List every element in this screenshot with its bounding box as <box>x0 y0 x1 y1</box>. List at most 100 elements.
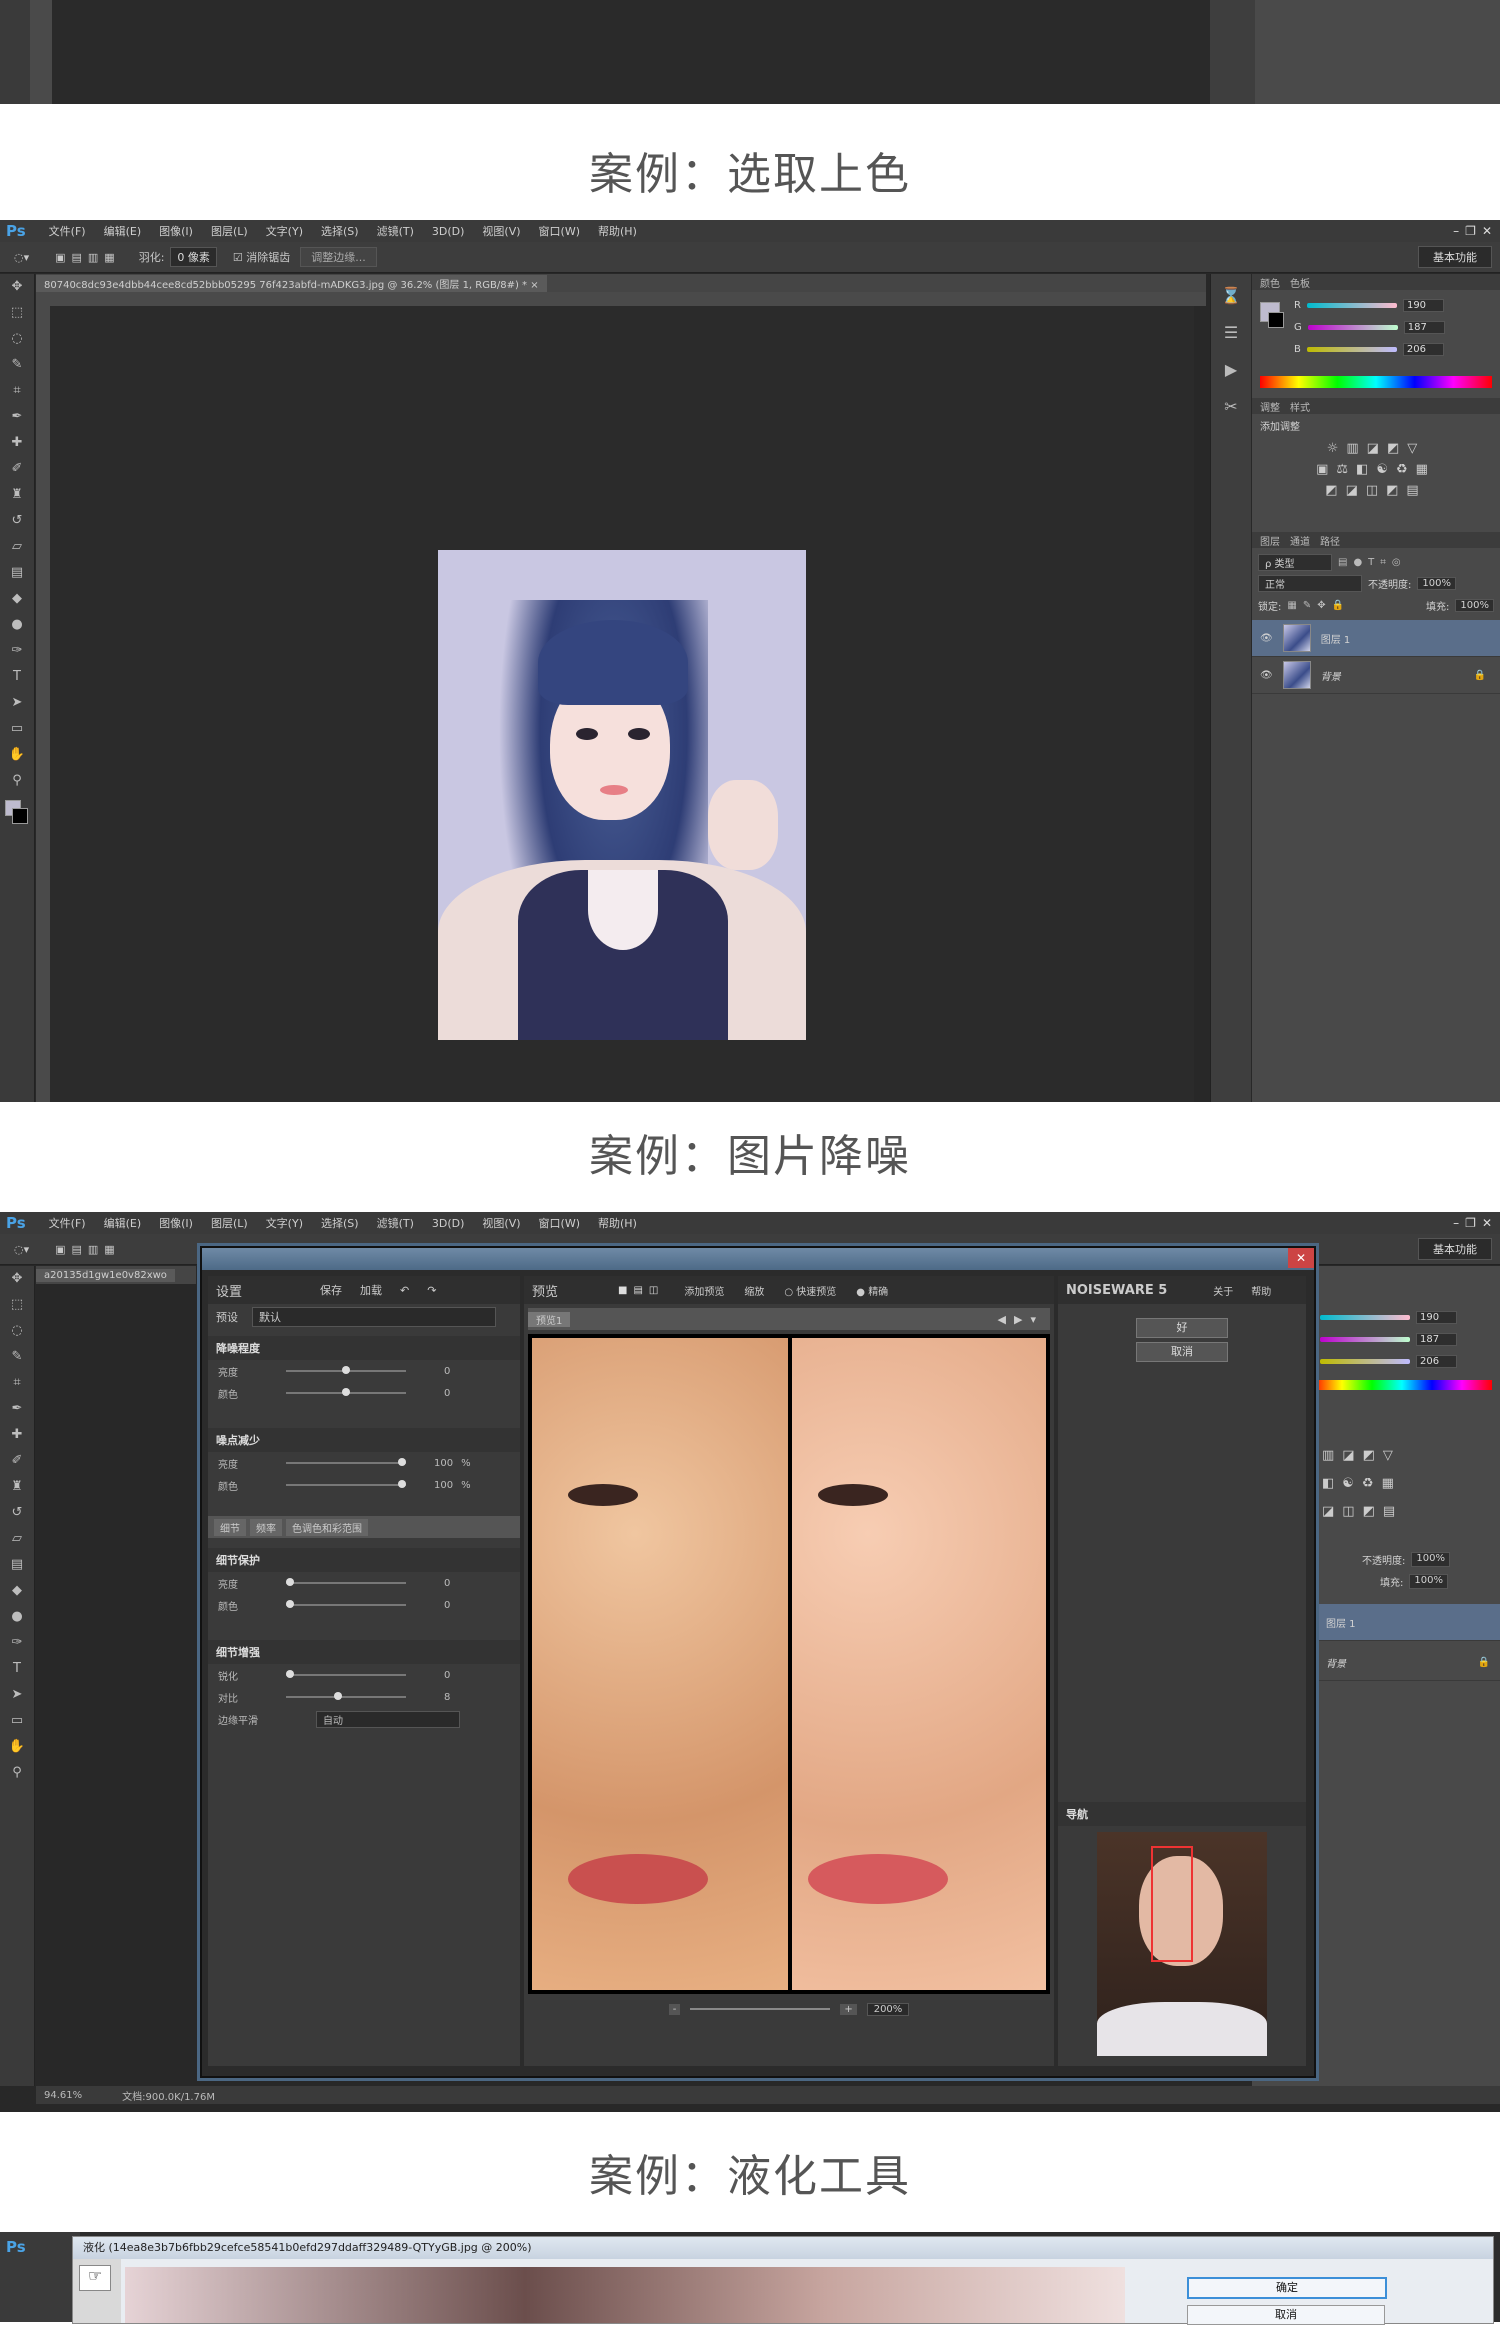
menu-type[interactable]: 文字(Y) <box>257 223 312 239</box>
fill-input[interactable]: 100% <box>1409 1574 1448 1589</box>
menu-filter[interactable]: 滤镜(T) <box>368 223 423 239</box>
tab-paths[interactable]: 路径 <box>1320 533 1340 548</box>
lasso-tool-icon[interactable]: ◌ <box>0 326 34 352</box>
tab-layers[interactable]: 图层 <box>1260 533 1280 548</box>
tab-channels[interactable]: 通道 <box>1290 533 1310 548</box>
slider-b[interactable]: 206 <box>1312 1350 1457 1372</box>
zoom-status[interactable]: 94.61% <box>44 2090 82 2101</box>
channel-value[interactable]: 187 <box>1416 1332 1457 1346</box>
menu-edit[interactable]: 编辑(E) <box>95 223 151 239</box>
zoom-in-button[interactable]: + <box>840 2003 857 2015</box>
subtab-tone-range[interactable]: 色调色和彩范围 <box>286 1518 368 1536</box>
brush-tool-icon[interactable]: ✐ <box>0 456 34 482</box>
gradient-tool-icon[interactable]: ▤ <box>0 560 34 586</box>
ok-button[interactable]: 好 <box>1136 1318 1228 1338</box>
stamp-tool-icon[interactable]: ♜ <box>0 482 34 508</box>
opacity-input[interactable]: 100% <box>1411 1552 1450 1567</box>
liquify-cancel-button[interactable]: 取消 <box>1187 2305 1385 2325</box>
healing-tool-icon[interactable]: ✚ <box>0 1422 34 1448</box>
adjust-icons-row3[interactable]: ◩◪◫◩▤ <box>1260 483 1492 498</box>
filter-icons[interactable]: ▤●T⌗◎ <box>1338 557 1407 568</box>
fast-preview-radio[interactable]: ○ 快速预览 <box>784 1283 836 1298</box>
lasso-tool-icon[interactable]: ◌ <box>0 1318 34 1344</box>
color-spectrum[interactable] <box>1260 376 1492 388</box>
type-tool-icon[interactable]: T <box>0 664 34 690</box>
selection-mode-icons[interactable]: ▣▤▥▦ <box>37 251 139 264</box>
close-button[interactable]: ✕ <box>1482 224 1492 238</box>
slider-g[interactable]: G 187 <box>1286 316 1445 338</box>
subtab-frequency[interactable]: 频率 <box>250 1518 282 1536</box>
forward-warp-icon[interactable]: ☞ <box>79 2265 111 2291</box>
marquee-tool-icon[interactable]: ⬚ <box>0 300 34 326</box>
path-select-icon[interactable]: ➤ <box>0 690 34 716</box>
cancel-button[interactable]: 取消 <box>1136 1342 1228 1362</box>
save-button[interactable]: 保存 <box>320 1282 342 1298</box>
history-icon[interactable]: ⌛ <box>1211 286 1251 305</box>
tab-swatches[interactable]: 色板 <box>1290 275 1310 290</box>
restore-button[interactable]: ❐ <box>1465 224 1476 238</box>
slider-r[interactable]: R 190 <box>1286 294 1445 316</box>
navigator-thumb[interactable] <box>1097 1832 1267 2056</box>
protect-color-row[interactable]: 颜色 0 <box>208 1594 520 1616</box>
menu-select[interactable]: 选择(S) <box>312 223 368 239</box>
zoom-out-button[interactable]: - <box>668 2003 681 2015</box>
layer-row[interactable]: 👁 背景 🔒 <box>1252 657 1500 694</box>
subtab-detail[interactable]: 细节 <box>214 1518 246 1536</box>
close-button[interactable]: ✕ <box>1482 1216 1492 1230</box>
color-swatches[interactable] <box>0 794 34 834</box>
blend-mode-select[interactable]: 正常 <box>1258 574 1362 592</box>
hand-tool-icon[interactable]: ✋ <box>0 1734 34 1760</box>
layer-row[interactable]: 图层 1 <box>1318 1604 1500 1641</box>
full-preview-radio[interactable]: ● 精确 <box>856 1283 888 1298</box>
preview-split[interactable] <box>528 1334 1050 1994</box>
add-preview-button[interactable]: 添加预览 <box>684 1283 724 1298</box>
crop-tool-icon[interactable]: ⌗ <box>0 1370 34 1396</box>
zoom-select[interactable]: 200% <box>866 2002 910 2016</box>
dodge-tool-icon[interactable]: ● <box>0 612 34 638</box>
noise-luma-row[interactable]: 亮度 0 <box>208 1360 520 1382</box>
quick-select-tool-icon[interactable]: ✎ <box>0 352 34 378</box>
refine-edge-button[interactable]: 调整边缘... <box>300 247 377 267</box>
adjust-icons-row2[interactable]: ▣⚖◧☯♻▦ <box>1260 462 1492 477</box>
view-mode-icons[interactable]: ■▤◫ <box>618 1285 664 1296</box>
lasso-icon[interactable]: ◌▾ <box>0 1243 37 1256</box>
dialog-close-button[interactable]: ✕ <box>1288 1248 1314 1268</box>
blur-tool-icon[interactable]: ◆ <box>0 1578 34 1604</box>
load-button[interactable]: 加载 <box>360 1282 382 1298</box>
menu-file[interactable]: 文件(F) <box>40 223 95 239</box>
slider-g[interactable]: 187 <box>1312 1328 1457 1350</box>
pen-tool-icon[interactable]: ✑ <box>0 638 34 664</box>
healing-tool-icon[interactable]: ✚ <box>0 430 34 456</box>
tools-preset-icon[interactable]: ✂ <box>1211 397 1251 416</box>
redo-icon[interactable]: ↷ <box>427 1284 436 1297</box>
tab-color[interactable]: 颜色 <box>1260 275 1280 290</box>
layer-row[interactable]: 背景 🔒 <box>1318 1644 1500 1681</box>
visibility-eye-icon[interactable]: 👁 <box>1260 670 1273 681</box>
path-select-icon[interactable]: ➤ <box>0 1682 34 1708</box>
actions-icon[interactable]: ▶ <box>1211 360 1251 379</box>
sharpen-row[interactable]: 锐化 0 <box>208 1664 520 1686</box>
opacity-input[interactable]: 100% <box>1417 576 1456 590</box>
channel-value[interactable]: 206 <box>1402 342 1444 356</box>
menu-image[interactable]: 图像(I) <box>150 223 202 239</box>
crop-tool-icon[interactable]: ⌗ <box>0 378 34 404</box>
eraser-tool-icon[interactable]: ▱ <box>0 1526 34 1552</box>
slider-b[interactable]: B 206 <box>1286 338 1445 360</box>
document-canvas[interactable] <box>50 306 1194 1102</box>
shape-tool-icon[interactable]: ▭ <box>0 1708 34 1734</box>
menu-layer[interactable]: 图层(L) <box>202 223 257 239</box>
move-tool-icon[interactable]: ✥ <box>0 1266 34 1292</box>
menu-3d[interactable]: 3D(D) <box>423 225 474 238</box>
contrast-row[interactable]: 对比 8 <box>208 1686 520 1708</box>
color-spectrum[interactable] <box>1312 1380 1492 1390</box>
adjust-icons[interactable]: ▥◪◩▽ ◧☯♻▦ ◪◫◩▤ <box>1322 1442 1403 1526</box>
history-brush-icon[interactable]: ↺ <box>0 1500 34 1526</box>
stamp-tool-icon[interactable]: ♜ <box>0 1474 34 1500</box>
restore-button[interactable]: ❐ <box>1465 1216 1476 1230</box>
minimize-button[interactable]: – <box>1453 1216 1459 1230</box>
menu-window[interactable]: 窗口(W) <box>530 1215 589 1231</box>
document-tab[interactable]: a20135d1gw1e0v82xwo <box>36 1268 175 1282</box>
menu-window[interactable]: 窗口(W) <box>530 223 589 239</box>
reduce-luma-row[interactable]: 亮度 100% <box>208 1452 520 1474</box>
lock-icons[interactable]: ▦✎✥🔒 <box>1287 600 1350 611</box>
